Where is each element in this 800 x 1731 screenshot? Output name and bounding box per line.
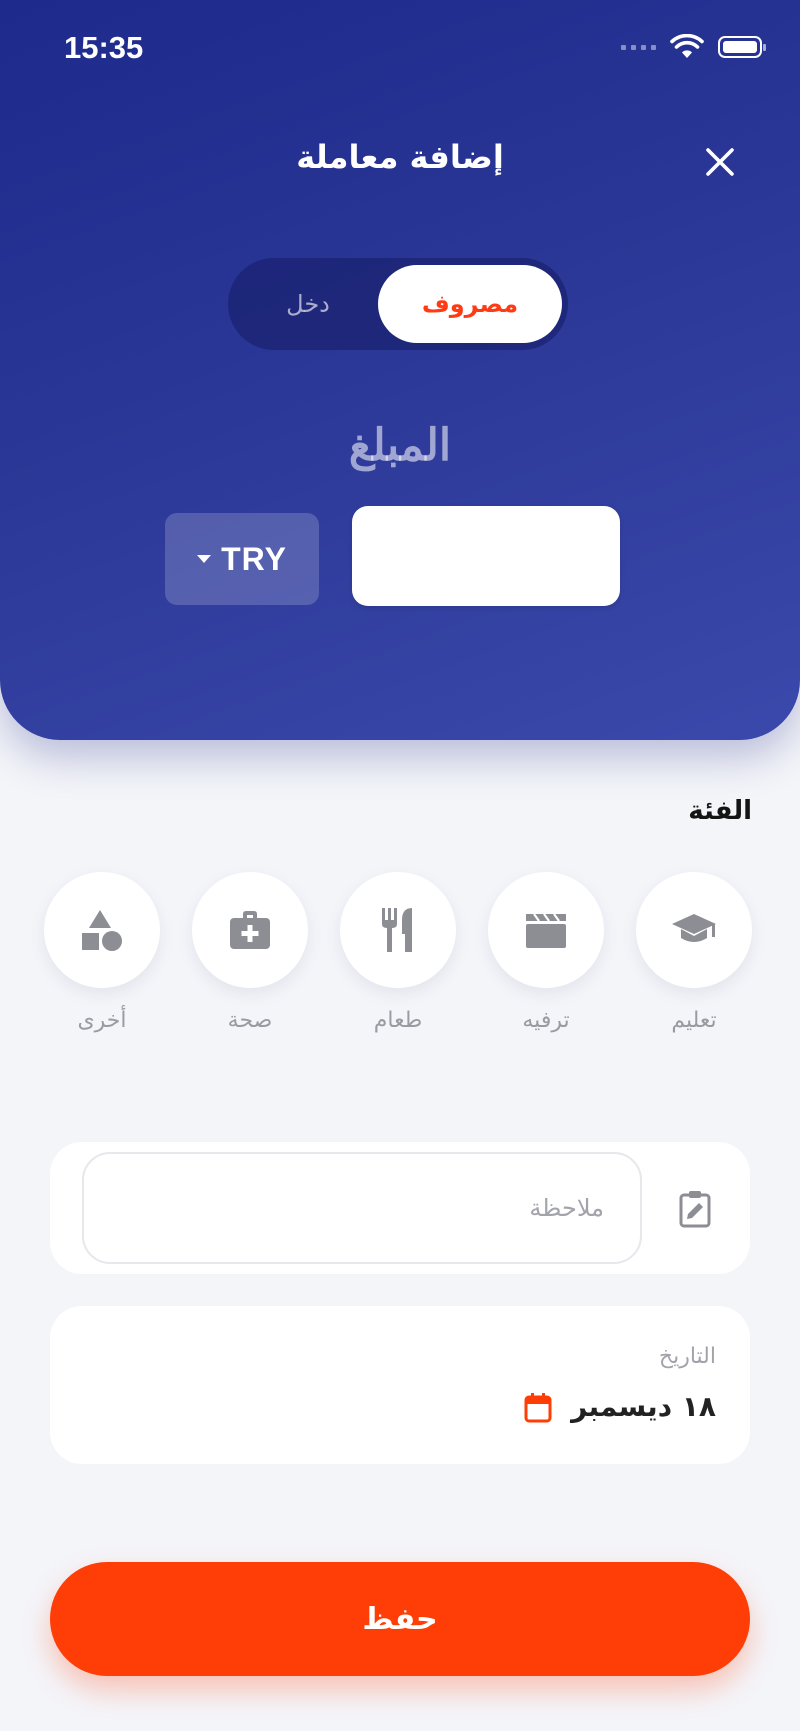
save-button[interactable]: حفظ (50, 1562, 750, 1676)
income-tab[interactable]: دخل (238, 265, 378, 343)
category-label-other: أخرى (77, 1008, 127, 1033)
expense-tab[interactable]: مصروف (378, 265, 562, 343)
cellular-signal-icon (621, 44, 656, 50)
category-food[interactable]: طعام (340, 872, 456, 1033)
category-other[interactable]: أخرى (44, 872, 160, 1033)
amount-input[interactable] (352, 506, 620, 606)
category-circle[interactable] (636, 872, 752, 988)
note-card (50, 1142, 750, 1274)
category-circle[interactable] (488, 872, 604, 988)
wifi-icon (670, 34, 704, 58)
shapes-icon (82, 910, 122, 951)
date-card[interactable]: التاريخ ١٨ ديسمبر (50, 1306, 750, 1464)
graduation-cap-icon (672, 914, 716, 942)
calendar-icon (524, 1392, 552, 1422)
date-value: ١٨ ديسمبر (571, 1390, 716, 1423)
amount-label: المبلغ (348, 420, 452, 471)
battery-icon (718, 36, 766, 58)
category-label-food: طعام (373, 1008, 423, 1033)
category-health[interactable]: صحة (192, 872, 308, 1033)
transaction-type-toggle: دخل مصروف (228, 258, 568, 350)
status-icons (621, 34, 766, 60)
fork-knife-icon (382, 908, 412, 952)
category-label: الفئة (688, 796, 752, 826)
currency-dropdown[interactable]: TRY (165, 513, 319, 605)
category-label-entertainment: ترفيه (522, 1008, 570, 1033)
note-input[interactable] (82, 1152, 642, 1264)
close-icon[interactable] (700, 142, 740, 182)
page-title: إضافة معاملة (296, 138, 504, 176)
date-label: التاريخ (658, 1344, 716, 1369)
date-row[interactable]: ١٨ ديسمبر (523, 1390, 716, 1423)
note-edit-icon (679, 1191, 711, 1228)
category-circle[interactable] (44, 872, 160, 988)
caret-down-icon (197, 555, 212, 563)
category-label-health: صحة (227, 1008, 273, 1033)
medical-kit-icon (230, 911, 270, 949)
status-time: 15:35 (64, 30, 144, 65)
header-panel: 15:35 إضافة معاملة دخل مصروف المبلغ TRY (0, 0, 800, 740)
currency-code: TRY (221, 540, 287, 577)
category-label-education: تعليم (671, 1008, 717, 1033)
clapperboard-icon (526, 913, 566, 948)
category-circle[interactable] (340, 872, 456, 988)
category-circle[interactable] (192, 872, 308, 988)
category-education[interactable]: تعليم (636, 872, 752, 1033)
category-entertainment[interactable]: ترفيه (488, 872, 604, 1033)
